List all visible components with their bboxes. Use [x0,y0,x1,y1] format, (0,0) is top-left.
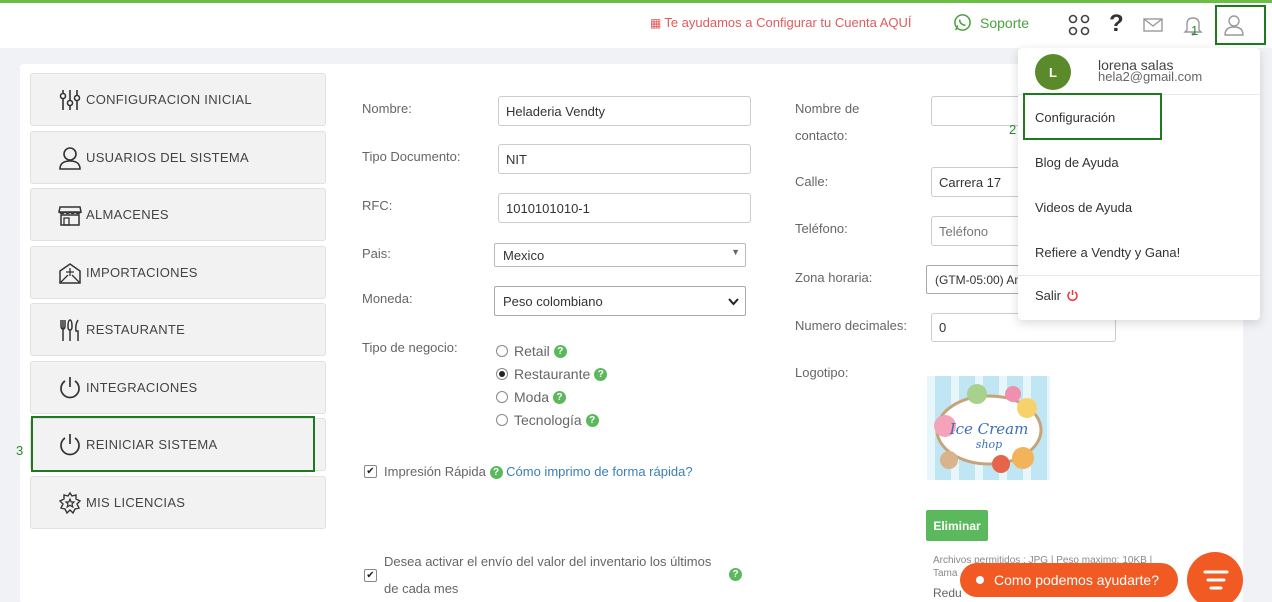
step-2-highlight [1023,93,1162,140]
calendar-icon: ▦ [650,16,662,30]
sidebar-item-mis-licencias[interactable]: MIS LICENCIAS [30,476,326,529]
impresion-rapida-link[interactable]: Cómo imprimo de forma rápida? [506,464,692,479]
logotipo-label: Logotipo: [795,365,849,380]
chat-open-button[interactable] [1187,552,1243,602]
menu-item-blog-ayuda[interactable]: Blog de Ayuda [1035,155,1119,170]
radio-button-selected[interactable] [496,368,508,380]
telefono-input[interactable]: Teléfono [931,216,1021,246]
help-icon[interactable]: ? [553,344,567,358]
help-icon[interactable]: ? [729,568,742,581]
eliminar-logo-button[interactable]: Eliminar [926,510,988,541]
nombre-label: Nombre: [362,101,412,116]
sidebar-item-almacenes[interactable]: ALMACENES [30,188,326,241]
rfc-label: RFC: [362,198,393,213]
inventario-label: Desea activar el envío del valor del inv… [384,554,712,569]
user-email: hela2@gmail.com [1098,69,1203,84]
menu-item-videos-ayuda[interactable]: Videos de Ayuda [1035,200,1132,215]
dropdown-arrow-icon: ▼ [731,247,740,257]
sidebar-item-restaurante[interactable]: RESTAURANTE [30,303,326,356]
nombre-contacto-input[interactable] [931,96,1021,126]
top-bar: ▦ Te ayudamos a Configurar tu Cuenta AQUÍ… [0,0,1272,48]
calle-label: Calle: [795,174,829,189]
menu-item-refiere[interactable]: Refiere a Vendty y Gana! [1035,245,1180,260]
sidebar-item-usuarios[interactable]: USUARIOS DEL SISTEMA [30,131,326,184]
status-dot-icon [976,576,984,584]
moneda-select[interactable]: Peso colombiano [494,286,746,316]
sidebar-item-importaciones[interactable]: IMPORTACIONES [30,246,326,299]
telefono-label: Teléfono: [795,221,848,236]
help-icon[interactable]: ? [585,413,599,427]
zona-horaria-select[interactable]: (GTM-05:00) Am [926,265,1020,294]
setup-help-link[interactable]: ▦ Te ayudamos a Configurar tu Cuenta AQUÍ [650,15,911,30]
help-icon[interactable]: ? [553,390,567,404]
whatsapp-icon [954,14,971,31]
sidebar-item-integraciones[interactable]: INTEGRACIONES [30,361,326,414]
chevron-down-icon [728,298,739,306]
inventario-label-2: de cada mes [384,581,459,596]
radio-retail[interactable]: Retail? [496,343,567,359]
power-icon [1067,290,1078,301]
impresion-rapida-label: Impresión Rápida ? Cómo imprimo de forma… [384,464,693,480]
mail-icon[interactable] [1141,13,1165,37]
radio-button[interactable] [496,414,508,426]
help-icon[interactable]: ? [1109,10,1133,37]
step-3-highlight [31,416,315,472]
nombre-contacto-label: Nombre de [795,101,860,116]
reduce-text: Redu [933,586,962,600]
tipo-documento-input[interactable]: NIT [498,144,751,174]
nombre-contacto-label-2: contacto: [795,128,848,143]
step-3-number: 3 [16,443,24,458]
chat-help-prompt[interactable]: Como podemos ayudarte? [960,563,1178,597]
numero-decimales-label: Numero decimales: [795,318,907,333]
file-size-text: Tama [933,568,958,579]
menu-item-salir[interactable]: Salir [1035,288,1079,303]
cutlery-icon [60,318,79,341]
tipo-negocio-label: Tipo de negocio: [362,340,458,355]
calle-input[interactable]: Carrera 17 [931,167,1021,197]
badge-star-icon [58,491,82,514]
pais-label: Pais: [362,246,391,261]
logo-image: Ice Cream shop [927,376,1050,480]
apps-grid-icon[interactable] [1067,13,1091,37]
help-icon[interactable]: ? [489,466,503,480]
radio-moda[interactable]: Moda? [496,389,567,405]
user-icon [59,146,81,170]
step-1-highlight [1215,5,1266,45]
moneda-label: Moneda: [362,291,413,306]
radio-button[interactable] [496,391,508,403]
impresion-rapida-checkbox[interactable]: ✔ [364,465,377,478]
zona-horaria-label: Zona horaria: [795,270,873,285]
radio-button[interactable] [496,345,508,357]
avatar: L [1035,54,1071,90]
rfc-input[interactable]: 1010101010-1 [498,193,751,223]
import-envelope-icon [59,262,81,284]
nombre-input[interactable]: Heladeria Vendty [498,96,751,126]
help-icon[interactable]: ? [594,367,608,381]
power-icon [60,376,80,398]
step-2-number: 2 [1009,122,1017,137]
sidebar-item-configuracion-inicial[interactable]: CONFIGURACION INICIAL [30,73,326,126]
radio-restaurante[interactable]: Restaurante? [496,366,608,382]
radio-tecnologia[interactable]: Tecnología? [496,412,599,428]
divider [1018,275,1260,276]
menu-icon [1203,570,1229,590]
tipo-documento-label: Tipo Documento: [362,149,461,164]
sliders-icon [59,89,81,110]
svg-text:shop: shop [976,438,1002,451]
inventario-checkbox[interactable]: ✔ [364,569,377,582]
pais-select[interactable]: Mexico ▼ [494,243,746,267]
support-link[interactable]: Soporte [953,13,1029,32]
user-dropdown-menu: L lorena salas hela2@gmail.com Configura… [1018,48,1260,320]
svg-text:Ice Cream: Ice Cream [949,420,1029,438]
step-1-number: 1 [1191,23,1199,38]
store-icon [58,205,82,226]
